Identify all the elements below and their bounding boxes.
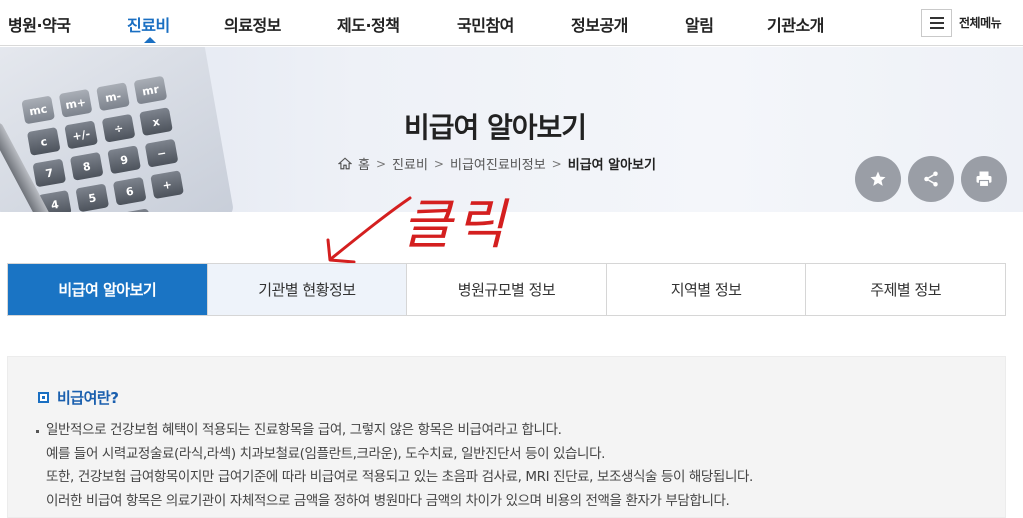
calc-key: c: [26, 127, 61, 156]
chevron-right-icon: >: [551, 156, 562, 171]
chevron-right-icon: >: [433, 156, 444, 171]
tab-bar: 비급여 알아보기 기관별 현황정보 병원규모별 정보 지역별 정보 주제별 정보: [7, 263, 1006, 316]
top-navigation: 병원·약국 진료비 의료정보 제도·정책 국민참여 정보공개 알림 기관소개 전…: [0, 0, 1023, 46]
calc-key: m-: [96, 82, 130, 112]
tab-noncovered-overview[interactable]: 비급여 알아보기: [8, 264, 207, 315]
calc-key: 9: [107, 145, 141, 175]
home-icon[interactable]: [338, 157, 352, 170]
share-icon[interactable]: [908, 156, 954, 202]
info-line: 이러한 비급여 항목은 의료기관이 자체적으로 금액을 정하여 병원마다 금액의…: [46, 492, 730, 509]
info-description: 일반적으로 건강보험 혜택이 적용되는 진료항목을 급여, 그렇지 않은 항목은…: [36, 419, 753, 513]
tab-topic[interactable]: 주제별 정보: [805, 264, 1005, 315]
page-title: 비급여 알아보기: [404, 111, 587, 144]
star-icon[interactable]: [855, 156, 901, 202]
info-line: 또한, 건강보험 급여항목이지만 급여기준에 따라 비급여로 적용되고 있는 초…: [46, 469, 753, 485]
tab-hospital-size[interactable]: 병원규모별 정보: [406, 264, 606, 315]
calc-key: mc: [21, 95, 56, 125]
nav-item-policy[interactable]: 제도·정책: [337, 12, 400, 36]
hamburger-menu-icon[interactable]: [921, 9, 952, 37]
info-line: 일반적으로 건강보험 혜택이 적용되는 진료항목을 급여, 그렇지 않은 항목은…: [36, 419, 753, 443]
all-menu-label[interactable]: 전체메뉴: [959, 14, 1002, 31]
chevron-right-icon: >: [375, 156, 387, 171]
breadcrumb-noncovered-fee-info[interactable]: 비급여진료비정보: [450, 154, 546, 173]
info-heading: 비급여란?: [38, 387, 119, 408]
breadcrumb: 홈 > 진료비 > 비급여진료비정보 > 비급여 알아보기: [338, 154, 656, 173]
square-bullet-icon: [38, 392, 49, 403]
calc-key: +/-: [64, 120, 99, 150]
calc-key: −: [144, 138, 179, 168]
nav-item-medical-info[interactable]: 의료정보: [224, 12, 281, 36]
tab-region[interactable]: 지역별 정보: [605, 264, 806, 315]
info-title: 비급여란?: [57, 389, 119, 407]
click-annotation-text: 클릭: [402, 193, 510, 256]
calc-key: 8: [69, 151, 104, 181]
breadcrumb-medical-fees[interactable]: 진료비: [392, 154, 428, 173]
calc-key: 6: [112, 176, 147, 206]
nav-item-participation[interactable]: 국민참여: [457, 12, 514, 36]
calc-key: mr: [133, 75, 168, 105]
calc-key: 7: [32, 158, 67, 188]
info-box: 비급여란? 일반적으로 건강보험 혜택이 적용되는 진료항목을 급여, 그렇지 …: [7, 356, 1006, 518]
nav-item-disclosure[interactable]: 정보공개: [571, 12, 628, 36]
info-line: 예를 들어 시력교정술료(라식,라섹) 치과보철료(임플란트,크라운), 도수치…: [46, 445, 605, 462]
nav-item-notice[interactable]: 알림: [685, 12, 714, 36]
nav-item-about[interactable]: 기관소개: [767, 12, 824, 36]
calc-key: m+: [58, 88, 93, 118]
calc-key: 5: [75, 183, 110, 212]
print-icon[interactable]: [961, 156, 1007, 202]
breadcrumb-home[interactable]: 홈: [358, 154, 370, 173]
breadcrumb-current: 비급여 알아보기: [567, 158, 656, 173]
active-nav-indicator: [144, 37, 156, 43]
calc-key: 3: [118, 208, 153, 212]
tab-institution-status[interactable]: 기관별 현황정보: [206, 264, 407, 315]
nav-item-medical-fees[interactable]: 진료비: [127, 12, 170, 36]
calc-key: +: [150, 170, 184, 200]
nav-item-hospital-pharmacy[interactable]: 병원·약국: [8, 12, 71, 36]
annotation-arrow-icon: [326, 196, 412, 264]
calc-key: ÷: [101, 113, 136, 143]
calc-key: x: [139, 107, 173, 137]
